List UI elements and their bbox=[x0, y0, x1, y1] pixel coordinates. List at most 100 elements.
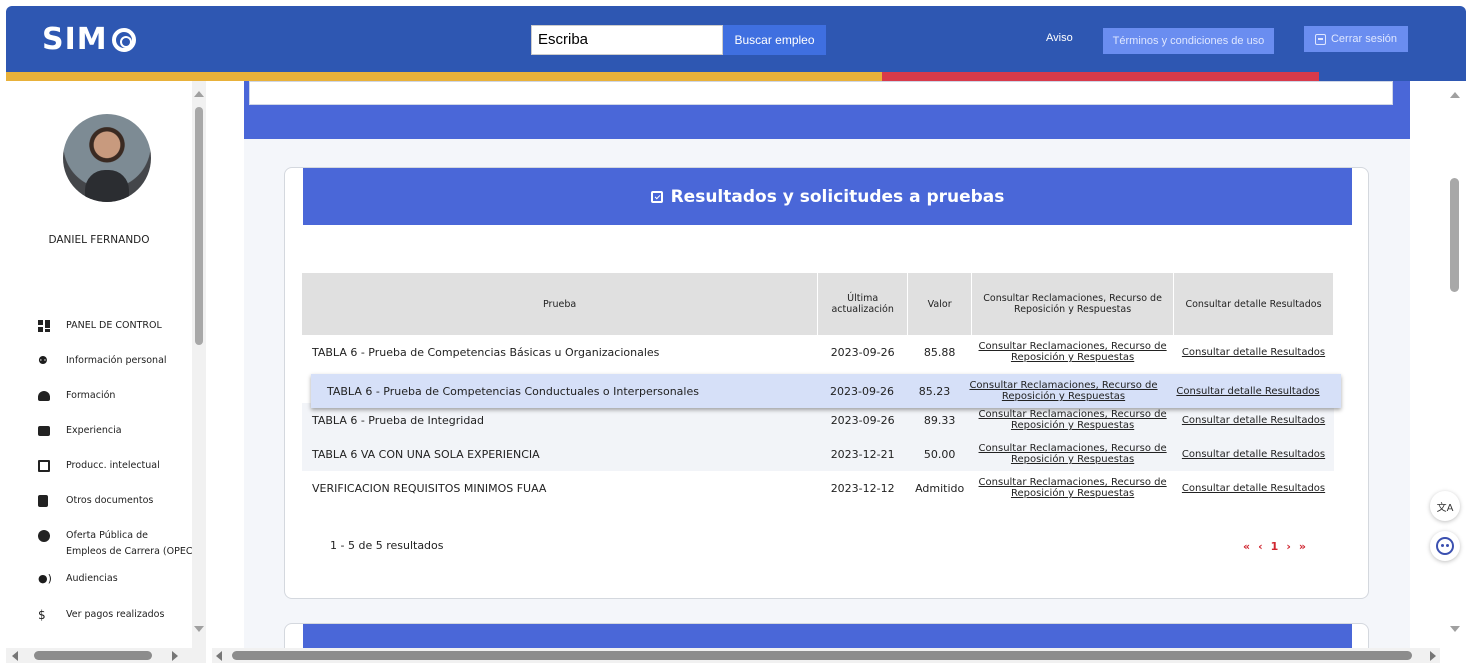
search-job-button[interactable]: Buscar empleo bbox=[723, 25, 826, 55]
main-hscroll-thumb[interactable] bbox=[232, 651, 1412, 660]
page-scroll-down-icon[interactable] bbox=[1450, 626, 1460, 632]
cell-fecha: 2023-12-12 bbox=[830, 481, 895, 495]
search-input[interactable]: Escriba bbox=[531, 25, 723, 55]
detalle-link[interactable]: Consultar detalle Resultados bbox=[1165, 386, 1331, 397]
sidebar-item-label: Producc. intelectual bbox=[66, 460, 160, 471]
dollar-icon: $ bbox=[38, 608, 46, 622]
sidebar-item-panel[interactable]: PANEL DE CONTROL bbox=[38, 318, 162, 334]
table-row-highlighted[interactable]: TABLA 6 - Prueba de Competencias Conduct… bbox=[311, 374, 1341, 408]
aviso-link[interactable]: Aviso bbox=[1046, 32, 1073, 44]
detalle-link[interactable]: Consultar detalle Resultados bbox=[1182, 415, 1325, 426]
col-reclamaciones[interactable]: Consultar Reclamaciones, Recurso de Repo… bbox=[971, 273, 1175, 335]
table-header-row: Prueba Última actualización Valor Consul… bbox=[302, 273, 1334, 335]
cell-detalle: Consultar detalle Resultados bbox=[1173, 403, 1334, 437]
cell-prueba: TABLA 6 - Prueba de Integridad bbox=[302, 403, 818, 437]
main-scroll-left-icon[interactable] bbox=[216, 651, 222, 661]
logo-text: SIM bbox=[42, 22, 108, 57]
sidebar-item-label-2: Empleos de Carrera (OPEC) bbox=[66, 546, 197, 557]
audience-icon: ●) bbox=[38, 572, 52, 585]
table-row: TABLA 6 VA CON UNA SOLA EXPERIENCIA 2023… bbox=[302, 437, 1334, 471]
sidebar-item-label: Información personal bbox=[66, 355, 167, 366]
cell-reclamaciones: Consultar Reclamaciones, Recurso de Repo… bbox=[971, 437, 1174, 471]
sidebar-item-produccion[interactable]: Producc. intelectual bbox=[38, 458, 160, 474]
simo-logo[interactable]: SIM bbox=[42, 22, 136, 57]
sidebar-item-label-group: Oferta Pública de Empleos de Carrera (OP… bbox=[66, 528, 196, 560]
sidebar-item-label: Oferta Pública de bbox=[66, 530, 148, 541]
graduation-icon bbox=[38, 391, 50, 401]
cell-detalle: Consultar detalle Resultados bbox=[1174, 335, 1334, 369]
sidebar-scroll-left-icon[interactable] bbox=[12, 651, 18, 661]
offer-icon bbox=[38, 530, 50, 542]
detalle-link[interactable]: Consultar detalle Resultados bbox=[1182, 483, 1325, 494]
sidebar-item-label: PANEL DE CONTROL bbox=[66, 320, 162, 331]
cell-reclamaciones: Consultar Reclamaciones, Recurso de Repo… bbox=[972, 335, 1174, 369]
previous-card-box bbox=[249, 81, 1393, 105]
sidebar-item-experiencia[interactable]: Experiencia bbox=[38, 423, 122, 439]
sidebar-item-documentos[interactable]: Otros documentos bbox=[38, 493, 153, 509]
user-name: DANIEL FERNANDO bbox=[48, 234, 150, 246]
page-scroll-thumb[interactable] bbox=[1450, 178, 1459, 292]
sidebar-scroll-down-icon[interactable] bbox=[194, 626, 204, 632]
gear-logo-icon bbox=[111, 27, 136, 52]
table-row: TABLA 6 - Prueba de Competencias Básicas… bbox=[302, 335, 1334, 369]
page-scrollbar[interactable] bbox=[1440, 81, 1466, 648]
cell-valor: 50.00 bbox=[907, 437, 972, 471]
sidebar-item-label: Otros documentos bbox=[66, 495, 154, 506]
accessibility-icon bbox=[1436, 537, 1454, 555]
sidebar-item-pagos[interactable]: $ Ver pagos realizados bbox=[38, 607, 164, 623]
page-scroll-up-icon[interactable] bbox=[1450, 92, 1460, 98]
col-ultima-actualizacion[interactable]: Última actualización bbox=[817, 273, 909, 335]
reclamaciones-link[interactable]: Consultar Reclamaciones, Recurso de Repo… bbox=[979, 341, 1167, 363]
cell-detalle: Consultar detalle Resultados bbox=[1174, 471, 1334, 505]
cell-valor: 89.33 bbox=[907, 403, 972, 437]
briefcase-icon bbox=[38, 426, 50, 436]
dashboard-icon bbox=[38, 320, 50, 332]
detalle-link[interactable]: Consultar detalle Resultados bbox=[1182, 449, 1325, 460]
detalle-link[interactable]: Consultar detalle Resultados bbox=[1182, 347, 1325, 358]
main-scroll-right-icon[interactable] bbox=[1430, 651, 1436, 661]
sidebar-scroll-thumb[interactable] bbox=[195, 107, 203, 345]
col-valor[interactable]: Valor bbox=[907, 273, 973, 335]
reclamaciones-link[interactable]: Consultar Reclamaciones, Recurso de Repo… bbox=[962, 380, 1165, 402]
reclamaciones-link[interactable]: Consultar Reclamaciones, Recurso de Repo… bbox=[979, 443, 1167, 465]
calendar-check-icon bbox=[650, 190, 663, 203]
cell-valor: 85.88 bbox=[923, 345, 956, 359]
sidebar: DANIEL FERNANDO PANEL DE CONTROL ⚉ Infor… bbox=[6, 81, 206, 648]
top-navbar: SIM Escriba Buscar empleo Aviso Términos… bbox=[6, 6, 1466, 72]
card-header: Resultados y solicitudes a pruebas bbox=[303, 168, 1352, 225]
results-count: 1 - 5 de 5 resultados bbox=[330, 539, 444, 552]
col-prueba[interactable]: Prueba bbox=[302, 273, 819, 335]
translate-button[interactable]: 文A bbox=[1430, 491, 1460, 521]
table-row: TABLA 6 - Prueba de Integridad 2023-09-2… bbox=[302, 403, 1334, 437]
sidebar-scroll-right-icon[interactable] bbox=[172, 651, 178, 661]
reclamaciones-link[interactable]: Consultar Reclamaciones, Recurso de Repo… bbox=[979, 477, 1167, 499]
last-page-icon[interactable]: » bbox=[1299, 540, 1306, 553]
prev-page-icon[interactable]: ‹ bbox=[1258, 540, 1263, 553]
document-icon bbox=[38, 495, 48, 507]
cell-reclamaciones: Consultar Reclamaciones, Recurso de Repo… bbox=[972, 471, 1174, 505]
next-page-icon[interactable]: › bbox=[1286, 540, 1291, 553]
sidebar-item-opec[interactable]: Oferta Pública de Empleos de Carrera (OP… bbox=[38, 528, 196, 560]
logout-button[interactable]: Cerrar sesión bbox=[1304, 26, 1408, 52]
sidebar-item-audiencias[interactable]: ●) Audiencias bbox=[38, 571, 118, 587]
terms-button[interactable]: Términos y condiciones de uso bbox=[1103, 28, 1274, 54]
cell-prueba: TABLA 6 - Prueba de Competencias Básicas… bbox=[312, 345, 660, 359]
avatar bbox=[63, 114, 151, 202]
sidebar-item-formacion[interactable]: Formación bbox=[38, 388, 115, 404]
first-page-icon[interactable]: « bbox=[1243, 540, 1250, 553]
sidebar-scroll-up-icon[interactable] bbox=[194, 91, 204, 97]
stripe-red bbox=[882, 72, 1319, 81]
cell-prueba: VERIFICACION REQUISITOS MINIMOS FUAA bbox=[312, 481, 547, 495]
col-detalle[interactable]: Consultar detalle Resultados bbox=[1173, 273, 1334, 335]
sidebar-item-label: Experiencia bbox=[66, 425, 122, 436]
cell-fecha: 2023-09-26 bbox=[830, 345, 895, 359]
cell-prueba: TABLA 6 - Prueba de Competencias Conduct… bbox=[327, 384, 699, 398]
sidebar-item-personal[interactable]: ⚉ Información personal bbox=[38, 353, 167, 369]
book-icon bbox=[38, 460, 50, 472]
next-card bbox=[284, 623, 1369, 648]
accessibility-button[interactable] bbox=[1430, 531, 1460, 561]
cell-fecha: 2023-09-26 bbox=[830, 384, 894, 398]
reclamaciones-link[interactable]: Consultar Reclamaciones, Recurso de Repo… bbox=[979, 409, 1167, 431]
page-number[interactable]: 1 bbox=[1271, 540, 1279, 553]
sidebar-hscroll-thumb[interactable] bbox=[34, 651, 152, 660]
